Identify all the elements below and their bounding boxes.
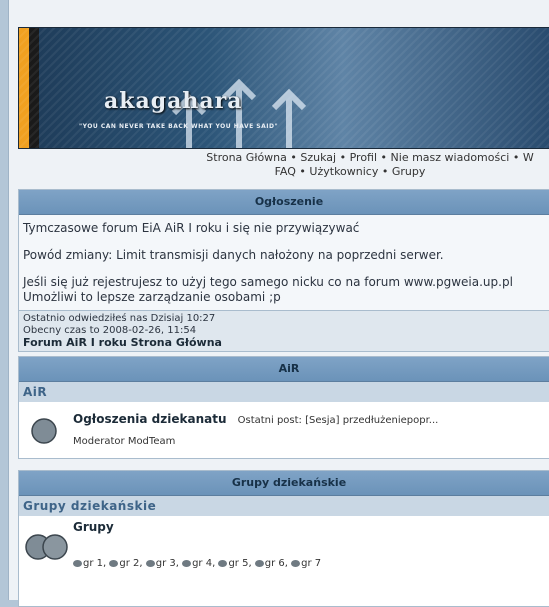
announcement-line: Powód zmiany: Limit transmisji danych na… [23, 248, 444, 262]
group-item[interactable]: gr 3 [145, 558, 176, 569]
forum-row: Grupy gr 1, gr 2, gr 3, gr 4, gr 5, gr 6… [19, 516, 549, 606]
announcement-table: Ogłoszenie Tymczasowe forum EiA AiR I ro… [18, 189, 549, 312]
forum-section-air: AiR AiR Ogłoszenia dziekanatu Ostatni po… [18, 356, 549, 459]
forum-row: Ogłoszenia dziekanatu Ostatni post: [Ses… [19, 402, 549, 458]
forum-folder-icon [31, 418, 57, 444]
nav-groups[interactable]: Grupy [392, 165, 426, 178]
nav-separator: • [299, 165, 306, 178]
category-label[interactable]: AiR [19, 382, 549, 402]
group-icon [218, 559, 228, 567]
group-icon [182, 559, 192, 567]
group-icon [145, 559, 155, 567]
group-item[interactable]: gr 7 [291, 558, 321, 569]
group-icon [291, 559, 301, 567]
group-item[interactable]: gr 6 [254, 558, 285, 569]
nav-faq[interactable]: FAQ [275, 165, 296, 178]
group-icon [73, 559, 82, 567]
last-visit-text: Ostatnio odwiedziłeś nas Dzisiaj 10:27 [23, 313, 216, 324]
group-icon [254, 559, 264, 567]
group-list: gr 1, gr 2, gr 3, gr 4, gr 5, gr 6, gr 7 [73, 558, 321, 569]
site-tagline: "YOU CAN NEVER TAKE BACK WHAT YOU HAVE S… [79, 123, 279, 130]
groups-icon [25, 534, 68, 560]
group-item[interactable]: gr 2 [109, 558, 139, 569]
nav-separator: • [380, 151, 388, 164]
group-item[interactable]: gr 4 [182, 558, 212, 569]
moderator-text: Moderator ModTeam [73, 436, 176, 447]
nav-separator: • [290, 151, 297, 164]
announcement-line: Jeśli się już rejestrujesz to użyj tego … [23, 275, 513, 289]
header-banner: akagahara "YOU CAN NEVER TAKE BACK WHAT … [18, 27, 549, 149]
forum-title[interactable]: Ogłoszenia dziekanatu [73, 412, 227, 426]
last-post[interactable]: Ostatni post: [Sesja] przedłużeniepopr..… [238, 415, 439, 426]
announcement-line: Tymczasowe forum EiA AiR I roku i się ni… [23, 221, 360, 235]
nav-messages[interactable]: Nie masz wiadomości [391, 151, 510, 164]
forum-section-groups: Grupy dziekańskie Grupy dziekańskie Grup… [18, 470, 549, 607]
announcement-line: Umożliwi to lepsze zarządzanie osobami ;… [23, 290, 281, 304]
nav-cut-item[interactable]: W [523, 151, 534, 164]
nav-search[interactable]: Szukaj [300, 151, 336, 164]
site-logo[interactable]: akagahara [104, 88, 243, 114]
nav-home[interactable]: Strona Główna [206, 151, 287, 164]
category-label[interactable]: Grupy dziekańskie [19, 496, 549, 516]
group-item[interactable]: gr 5 [218, 558, 248, 569]
main-nav: Strona Główna • Szukaj • Profil • Nie ma… [180, 151, 549, 179]
nav-users[interactable]: Użytkownicy [309, 165, 378, 178]
group-icon [109, 559, 119, 567]
visit-info: Ostatnio odwiedziłeś nas Dzisiaj 10:27 O… [18, 310, 549, 352]
announcement-header: Ogłoszenie [19, 190, 549, 215]
section-header: AiR [19, 357, 549, 382]
forum-home-link[interactable]: Forum AiR I roku Strona Główna [23, 337, 549, 349]
group-item[interactable]: gr 1 [73, 558, 103, 569]
nav-profile[interactable]: Profil [350, 151, 377, 164]
forum-title[interactable]: Grupy [73, 520, 114, 534]
announcement-body: Tymczasowe forum EiA AiR I roku i się ni… [19, 215, 549, 311]
nav-separator: • [381, 165, 389, 178]
nav-separator: • [339, 151, 347, 164]
nav-separator: • [512, 151, 520, 164]
section-header: Grupy dziekańskie [19, 471, 549, 496]
